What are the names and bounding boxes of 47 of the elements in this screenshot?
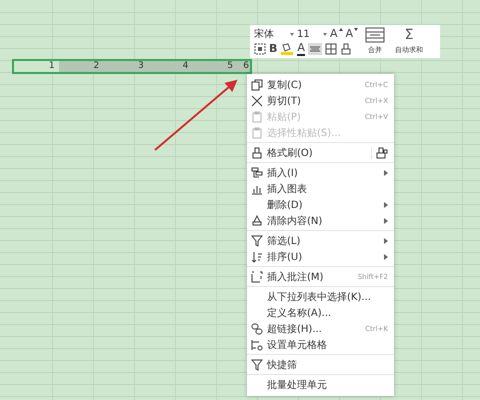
link-icon: [251, 323, 263, 335]
shrink-font-button[interactable]: A: [346, 28, 358, 40]
submenu-arrow-icon: [384, 218, 388, 224]
filter-icon: [251, 359, 263, 371]
menu-item[interactable]: 从下拉列表中选择(K)...: [247, 289, 394, 305]
font-color-button[interactable]: A: [297, 42, 305, 56]
clipboard-icon: [251, 127, 263, 139]
menu-item[interactable]: 快捷筛: [247, 357, 394, 373]
submenu-arrow-icon: [384, 238, 388, 244]
filter-icon: [251, 235, 263, 247]
menu-item[interactable]: 批量处理单元: [247, 377, 394, 393]
sort-icon: [251, 251, 263, 263]
eraser-icon: [251, 215, 263, 227]
scissors-icon: [251, 95, 263, 107]
submenu-arrow-icon: [384, 170, 388, 176]
menu-item[interactable]: 插入图表: [247, 181, 394, 197]
submenu-arrow-icon: [384, 254, 388, 260]
decrease-icon: [354, 28, 358, 31]
align-icon[interactable]: [308, 43, 322, 55]
format-icon: [251, 339, 263, 351]
border-icon[interactable]: [324, 43, 337, 55]
merge-icon: [365, 27, 386, 43]
menu-item[interactable]: 格式刷(O): [247, 145, 394, 161]
menu-item[interactable]: 删除(D): [247, 197, 394, 213]
font-dropdown[interactable]: 宋体: [254, 27, 294, 41]
table-cell: 1: [14, 61, 59, 72]
insert-icon: [251, 167, 263, 179]
chart-icon: [251, 183, 263, 195]
menu-item[interactable]: 清除内容(N): [247, 213, 394, 229]
menu-item[interactable]: 筛选(L): [247, 233, 394, 249]
brush-lock-icon[interactable]: [376, 147, 388, 159]
clipboard-icon: [251, 111, 263, 123]
format-icon[interactable]: [254, 43, 266, 55]
menu-item[interactable]: 定义名称(A)...: [247, 305, 394, 321]
font-size-dropdown[interactable]: 11: [297, 28, 327, 40]
grow-font-button[interactable]: A: [330, 28, 343, 40]
bold-button[interactable]: B: [269, 43, 278, 55]
fill-color-icon[interactable]: [280, 43, 294, 55]
submenu-arrow-icon: [384, 202, 388, 208]
comment-icon: [251, 271, 263, 283]
menu-item[interactable]: 设置单元格格: [247, 337, 394, 353]
brush-icon[interactable]: [340, 43, 352, 55]
brush-icon: [251, 147, 263, 159]
menu-item[interactable]: 插入(I): [247, 165, 394, 181]
copy-icon: [251, 79, 263, 91]
menu-item[interactable]: 排序(U): [247, 249, 394, 265]
increase-icon: [338, 28, 343, 31]
